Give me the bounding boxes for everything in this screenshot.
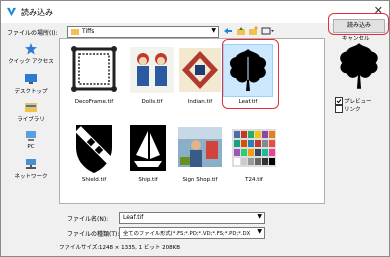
- file-list[interactable]: DecoFrame.tif Dolls.tif Indian.tif Leaf.…: [59, 38, 325, 204]
- place-library[interactable]: ライブラリ: [6, 101, 56, 127]
- filename-value: Leaf.tif: [123, 214, 144, 221]
- filetype-value: 全てのファイル形式(*.FS;*.PD;*.VD;*.FS;*.PD;*.DX: [123, 231, 251, 237]
- link-label: リンク: [344, 107, 361, 113]
- filename-input[interactable]: Leaf.tif ▼: [119, 212, 265, 224]
- up-folder-icon[interactable]: [236, 26, 246, 36]
- dolls-thumbnail: [130, 47, 174, 93]
- place-desktop[interactable]: デスクトップ: [6, 73, 56, 99]
- pc-icon: [26, 131, 36, 141]
- window-title: 読み込み: [21, 8, 53, 17]
- link-checkbox[interactable]: [335, 105, 343, 113]
- place-quick-access[interactable]: クイック アクセス: [6, 43, 56, 69]
- chevron-down-icon[interactable]: ▼: [257, 213, 262, 220]
- app-icon: [6, 7, 17, 17]
- place-pc[interactable]: PC: [6, 130, 56, 156]
- filename-label: ファイル名(N):: [67, 216, 109, 223]
- decoframe-thumbnail: [71, 46, 117, 92]
- preview-label: プレビュー: [344, 99, 372, 105]
- chevron-down-icon[interactable]: ▼: [211, 27, 216, 34]
- star-icon: [25, 43, 37, 55]
- preview-image: [340, 43, 378, 89]
- desktop-icon: [25, 74, 37, 84]
- preview-checkbox[interactable]: [335, 97, 343, 105]
- library-icon: [25, 103, 37, 112]
- open-dialog: 読み込み ✕ ファイルの場所(I): Tiffs ▼ クイック アクセス デスク…: [0, 0, 390, 257]
- filetype-label: ファイルの種類(T):: [67, 231, 120, 238]
- indian-thumbnail: [179, 48, 221, 92]
- file-item[interactable]: DecoFrame.tif: [66, 43, 122, 109]
- location-combo[interactable]: Tiffs ▼: [67, 26, 219, 38]
- location-label: ファイルの場所(I):: [7, 30, 58, 37]
- file-item[interactable]: Sign Shop.tif: [172, 121, 228, 187]
- leaf-red-highlight: [222, 39, 279, 109]
- new-folder-icon[interactable]: [248, 26, 258, 36]
- network-icon: [26, 159, 36, 169]
- filetype-select[interactable]: 全てのファイル形式(*.FS;*.PD;*.VD;*.FS;*.PD;*.DX …: [119, 227, 265, 239]
- filesize-value: 1248 × 1335, 1 ビット 208KB: [99, 245, 180, 251]
- t24-thumbnail: [232, 129, 276, 167]
- folder-icon: [71, 29, 79, 35]
- file-item[interactable]: Ship.tif: [120, 121, 176, 187]
- places-bar: クイック アクセス デスクトップ ライブラリ PC ネットワーク: [6, 41, 56, 201]
- file-item[interactable]: T24.tif: [226, 121, 282, 187]
- back-icon[interactable]: [223, 26, 233, 36]
- filesize-label: ファイルサイズ:: [59, 245, 100, 251]
- open-button-red-highlight: [328, 13, 389, 35]
- file-item[interactable]: Shield.tif: [66, 121, 122, 187]
- location-value: Tiffs: [82, 28, 95, 35]
- check-icon: [336, 99, 342, 104]
- shield-thumbnail: [75, 125, 113, 173]
- place-network[interactable]: ネットワーク: [6, 158, 56, 184]
- sign-shop-thumbnail: [178, 127, 222, 167]
- view-menu-icon[interactable]: [261, 26, 275, 36]
- ship-thumbnail: [130, 125, 166, 171]
- chevron-down-icon[interactable]: ▼: [257, 228, 262, 235]
